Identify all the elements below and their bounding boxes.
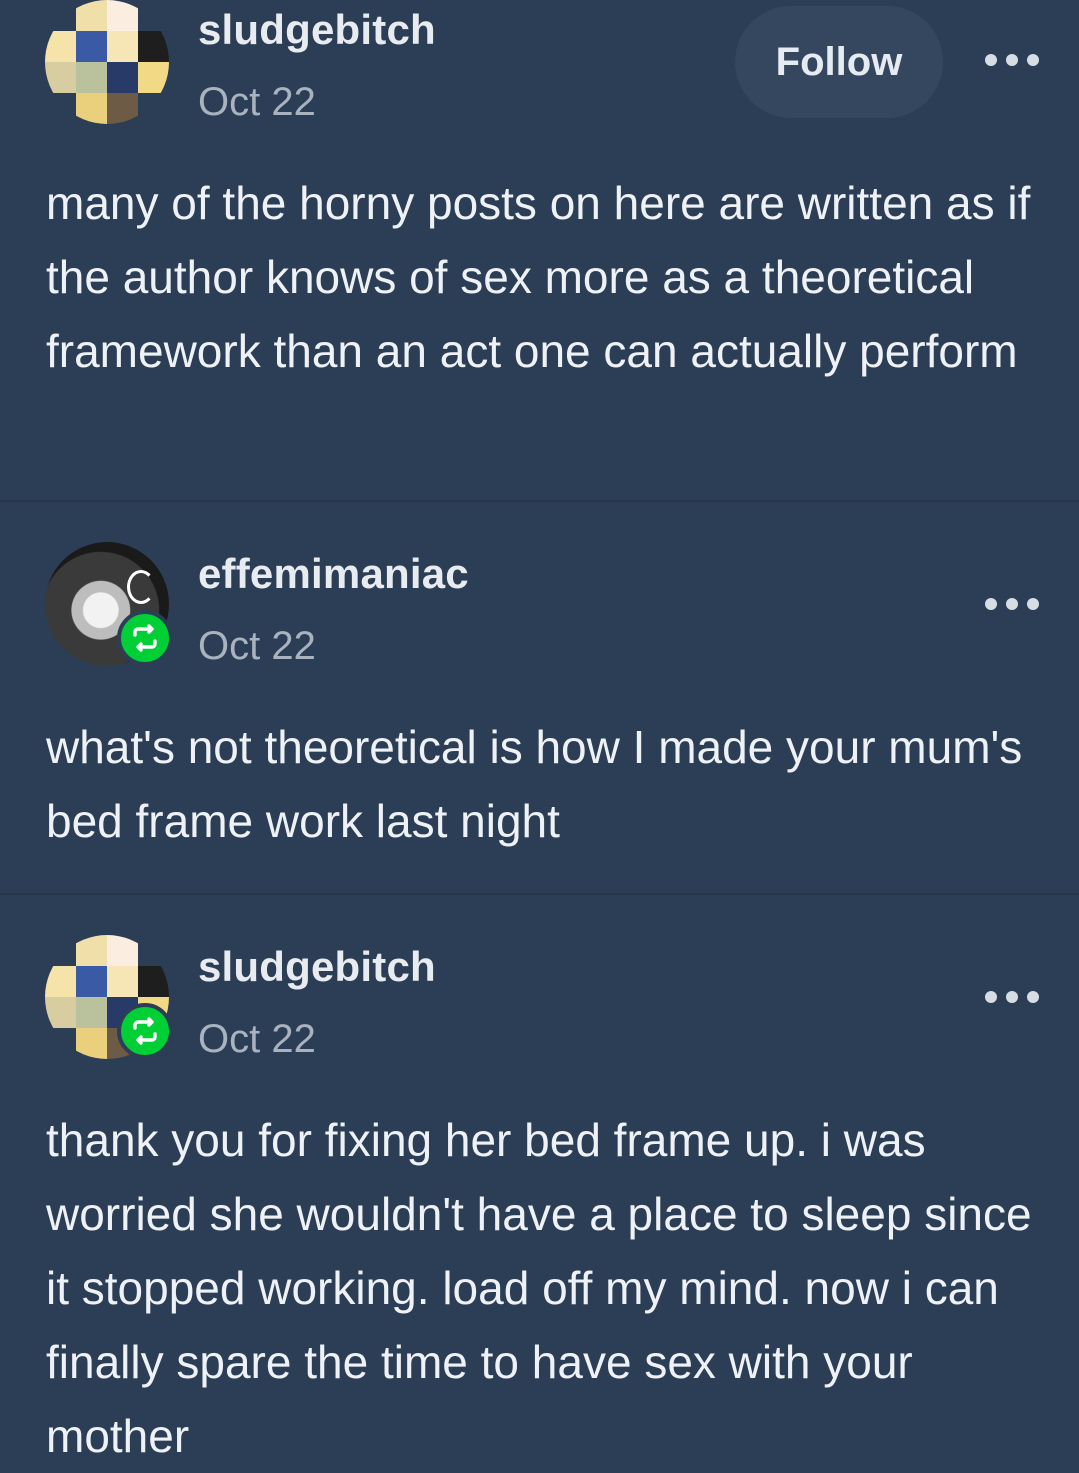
avatar[interactable] [45, 0, 169, 124]
follow-button[interactable]: Follow [735, 6, 943, 118]
post-date: Oct 22 [198, 624, 316, 668]
reblog-icon [117, 1003, 173, 1059]
username[interactable]: sludgebitch [198, 943, 436, 991]
post-body: many of the horny posts on here are writ… [46, 177, 1031, 377]
more-options-icon[interactable] [985, 50, 1039, 70]
more-options-icon[interactable] [985, 987, 1039, 1007]
post-body: what's not theoretical is how I made you… [46, 721, 1023, 847]
post-body: thank you for fixing her bed frame up. i… [46, 1114, 1032, 1462]
post: sludgebitch Oct 22 Follow many of the ho… [0, 0, 1079, 500]
username[interactable]: sludgebitch [198, 6, 436, 54]
username[interactable]: effemimaniac [198, 550, 469, 598]
moon-icon [127, 570, 155, 604]
post-date: Oct 22 [198, 1017, 316, 1061]
more-options-icon[interactable] [985, 594, 1039, 614]
post: effemimaniac Oct 22 what's not theoretic… [0, 500, 1079, 893]
post-date: Oct 22 [198, 80, 316, 124]
reblog-icon [117, 610, 173, 666]
post: sludgebitch Oct 22 thank you for fixing … [0, 893, 1079, 1468]
